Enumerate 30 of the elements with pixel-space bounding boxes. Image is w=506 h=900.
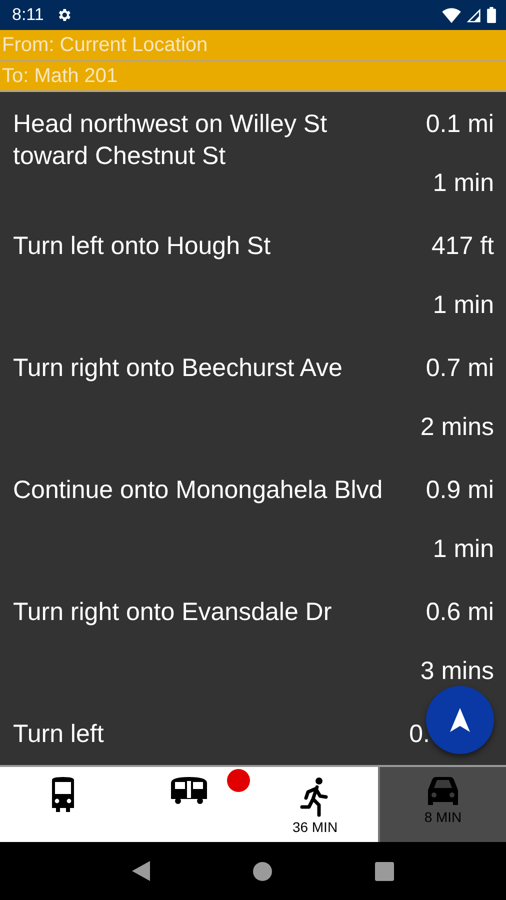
navigation-arrow-icon (450, 708, 470, 732)
step-duration: 1 min (432, 291, 494, 320)
battery-icon (487, 7, 496, 23)
step-distance: 0.9 mi (426, 475, 494, 505)
step-instruction: Continue onto Monongahela Blvd (13, 475, 384, 506)
step-distance: 0.7 mi (424, 353, 494, 383)
step-instruction: Head northwest on Willey St toward Chestnut St (13, 109, 328, 172)
recents-icon[interactable] (375, 862, 394, 880)
car-icon (426, 777, 460, 807)
home-icon[interactable] (252, 862, 272, 880)
destination-text: To: Math 201 (2, 64, 118, 88)
step-instruction: Turn right onto Evansdale Dr (13, 597, 333, 628)
step-duration: 1 min (432, 535, 494, 564)
step-duration: 2 mins (420, 413, 494, 442)
wifi-icon (442, 8, 461, 22)
origin-text: From: Current Location (2, 34, 208, 56)
running-person-icon (300, 777, 330, 817)
clock-time: 8:11 (12, 5, 44, 25)
step-distance: 0.1 mi (426, 109, 494, 139)
tram-icon (169, 777, 209, 805)
signal-icon (467, 8, 481, 22)
step-distance: 0.6 mi (424, 597, 494, 627)
step-distance: 0. (409, 719, 430, 749)
step-distance: 417 ft (431, 231, 494, 261)
step-instruction: Turn left (13, 719, 105, 750)
step-duration: 1 min (432, 169, 494, 198)
step-instruction: Turn left onto Hough St (13, 231, 272, 262)
step-instruction: Turn right onto Beechurst Ave (13, 353, 344, 384)
step-duration: 3 mins (420, 657, 494, 686)
back-icon[interactable] (132, 861, 150, 881)
